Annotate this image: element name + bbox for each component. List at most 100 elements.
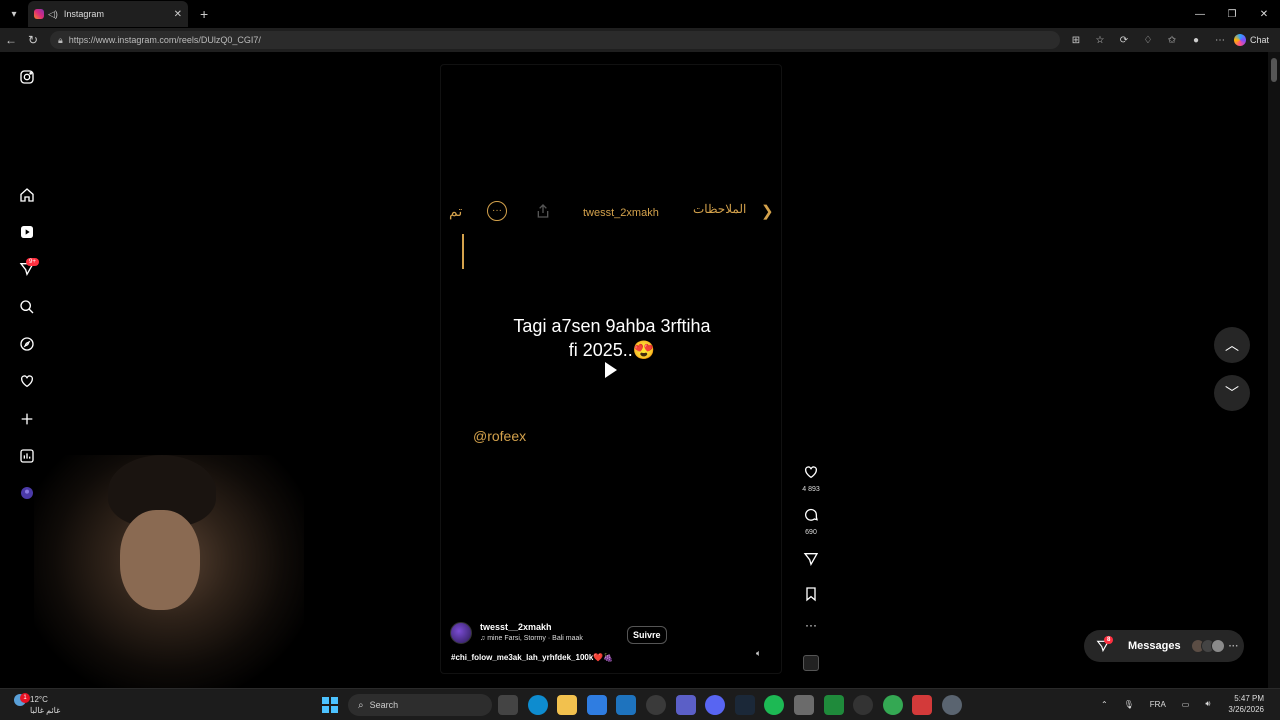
spotify-icon[interactable] <box>764 695 785 715</box>
extensions-icon[interactable]: ⟳ <box>1112 29 1136 51</box>
author-avatar[interactable] <box>450 622 472 644</box>
more-actions-icon[interactable]: ··· <box>796 618 826 632</box>
heart-icon[interactable] <box>18 372 36 390</box>
minimize-icon[interactable]: — <box>1184 0 1216 28</box>
reels-icon[interactable] <box>18 223 36 241</box>
browser-essentials-icon[interactable]: ♢ <box>1136 29 1160 51</box>
clock[interactable]: 5:47 PM 3/26/2026 <box>1228 693 1264 715</box>
address-bar[interactable]: 🔒︎ https://www.instagram.com/reels/DUlzQ… <box>50 31 1060 49</box>
url-text: https://www.instagram.com/reels/DUlzQ0_C… <box>68 35 261 45</box>
window-controls: — ❐ ✕ <box>1184 0 1280 28</box>
messages-button[interactable]: 8 Messages ··· <box>1084 630 1244 662</box>
reel-hashtags[interactable]: #chi_folow_me3ak_lah_yrhfdek_100k❤️🍇 <box>451 653 613 662</box>
start-icon[interactable] <box>322 697 338 713</box>
clock-date: 3/26/2026 <box>1228 705 1264 714</box>
obs-icon[interactable] <box>853 695 874 715</box>
store-icon[interactable] <box>616 695 637 715</box>
send-icon <box>803 553 819 567</box>
close-tab-icon[interactable]: ✕ <box>174 9 182 20</box>
more-icon: ··· <box>1228 640 1239 652</box>
chat-label: Chat <box>1250 35 1270 45</box>
home-icon[interactable] <box>18 186 36 204</box>
discord-icon[interactable] <box>705 695 726 715</box>
chrome-icon[interactable] <box>882 695 903 715</box>
create-plus-icon[interactable] <box>18 410 36 428</box>
steam-icon[interactable] <box>734 695 755 715</box>
share-icon[interactable] <box>535 203 551 219</box>
tab-actions-menu-icon[interactable]: ▾ <box>4 4 24 24</box>
done-button[interactable]: تم <box>449 203 462 220</box>
tray-chevron-up-icon[interactable]: ⌃ <box>1101 700 1108 709</box>
follow-button[interactable]: Suivre <box>627 626 667 644</box>
terminal-icon[interactable] <box>823 695 844 715</box>
next-reel-button[interactable]: ﹀ <box>1214 375 1250 411</box>
search-icon[interactable] <box>18 298 36 316</box>
message-avatars <box>1190 639 1225 653</box>
notifications-badge: 9+ <box>26 258 39 266</box>
explore-compass-icon[interactable] <box>18 335 36 353</box>
mention-text[interactable]: @rofeex <box>473 428 526 444</box>
teams-icon[interactable] <box>675 695 696 715</box>
chevron-down-icon: ﹀ <box>1225 385 1239 401</box>
song-info[interactable]: ♫ mine Farsi, Stormy · Bali maak <box>480 635 583 642</box>
webcam-overlay <box>34 455 304 688</box>
volume-tray-icon[interactable]: 🔊︎ <box>1205 699 1210 709</box>
scrollbar-thumb[interactable] <box>1271 58 1277 82</box>
taskbar-apps <box>498 695 972 715</box>
search-icon: ⌕ <box>358 699 364 711</box>
share-button[interactable] <box>796 551 826 572</box>
page-scrollbar[interactable] <box>1268 52 1280 688</box>
chevron-up-icon: ︿ <box>1225 337 1239 353</box>
comment-button[interactable]: 690 <box>796 507 826 536</box>
instagram-favicon-icon <box>34 9 44 19</box>
microphone-icon[interactable]: 🎙︎ <box>1124 700 1134 709</box>
chevron-right-icon[interactable]: ❯ <box>761 202 774 220</box>
refresh-icon[interactable]: ↻ <box>22 29 44 51</box>
speaker-icon[interactable]: ◁) <box>48 9 58 20</box>
file-explorer-icon[interactable] <box>557 695 578 715</box>
reel-caption-overlay: Tagi a7sen 9ahba 3rftiha fi 2025..😍 <box>462 314 762 362</box>
clock-time: 5:47 PM <box>1234 694 1264 703</box>
windows-taskbar: 12°C غائم غالبا 1 ⌕ Search ⌃ 🎙︎ FRA ▭ 🔊︎… <box>0 688 1280 720</box>
like-heart-icon <box>805 466 817 479</box>
more-menu-icon[interactable]: ⋯ <box>1208 29 1232 51</box>
favorites-icon[interactable]: ✩ <box>1160 29 1184 51</box>
author-username[interactable]: twesst__2xmakh <box>480 622 552 632</box>
task-view-icon[interactable] <box>498 695 518 715</box>
settings-icon[interactable] <box>941 695 962 715</box>
like-button[interactable]: 4 893 <box>796 464 826 493</box>
tab-instagram[interactable]: ◁) Instagram ✕ <box>28 1 188 27</box>
search-placeholder: Search <box>369 700 399 710</box>
bookmark-icon <box>806 587 816 602</box>
edge-icon[interactable] <box>527 695 548 715</box>
weather-badge: 1 <box>20 693 30 703</box>
audio-thumbnail[interactable] <box>803 655 819 671</box>
messages-label: Messages <box>1128 640 1181 652</box>
save-button[interactable] <box>796 586 826 607</box>
previous-reel-button[interactable]: ︿ <box>1214 327 1250 363</box>
back-icon[interactable]: ← <box>0 29 22 51</box>
play-icon[interactable] <box>605 362 617 378</box>
restore-icon[interactable]: ❐ <box>1216 0 1248 28</box>
more-options-icon[interactable]: ··· <box>487 201 507 221</box>
snipping-tool-icon[interactable] <box>793 695 814 715</box>
xbox-icon[interactable] <box>645 695 666 715</box>
network-icon[interactable]: ▭ <box>1182 700 1190 709</box>
reel-notes-header: تم ··· twesst_2xmakh الملاحظات ❯ <box>441 201 783 223</box>
taskbar-search[interactable]: ⌕ Search <box>348 694 492 716</box>
browser-tools: ⊞ ☆ ⟳ ♢ ✩ ● ⋯ <box>1064 29 1232 51</box>
app-icon-blue[interactable] <box>586 695 607 715</box>
profile-avatar-icon[interactable]: ● <box>1184 29 1208 51</box>
instagram-logo-icon[interactable] <box>18 68 36 86</box>
weather-desc: غائم غالبا <box>30 706 61 715</box>
recorder-icon[interactable] <box>912 695 933 715</box>
notes-label[interactable]: الملاحظات <box>693 202 746 216</box>
copilot-chat-button[interactable]: Chat <box>1234 34 1269 46</box>
close-window-icon[interactable]: ✕ <box>1248 0 1280 28</box>
app-icon[interactable]: ⊞ <box>1064 29 1088 51</box>
comment-icon <box>805 508 818 521</box>
new-tab-icon[interactable]: + <box>200 6 208 22</box>
language-indicator[interactable]: FRA <box>1150 700 1166 709</box>
volume-icon[interactable]: 🔈︎ <box>756 648 768 660</box>
favorite-star-icon[interactable]: ☆ <box>1088 29 1112 51</box>
